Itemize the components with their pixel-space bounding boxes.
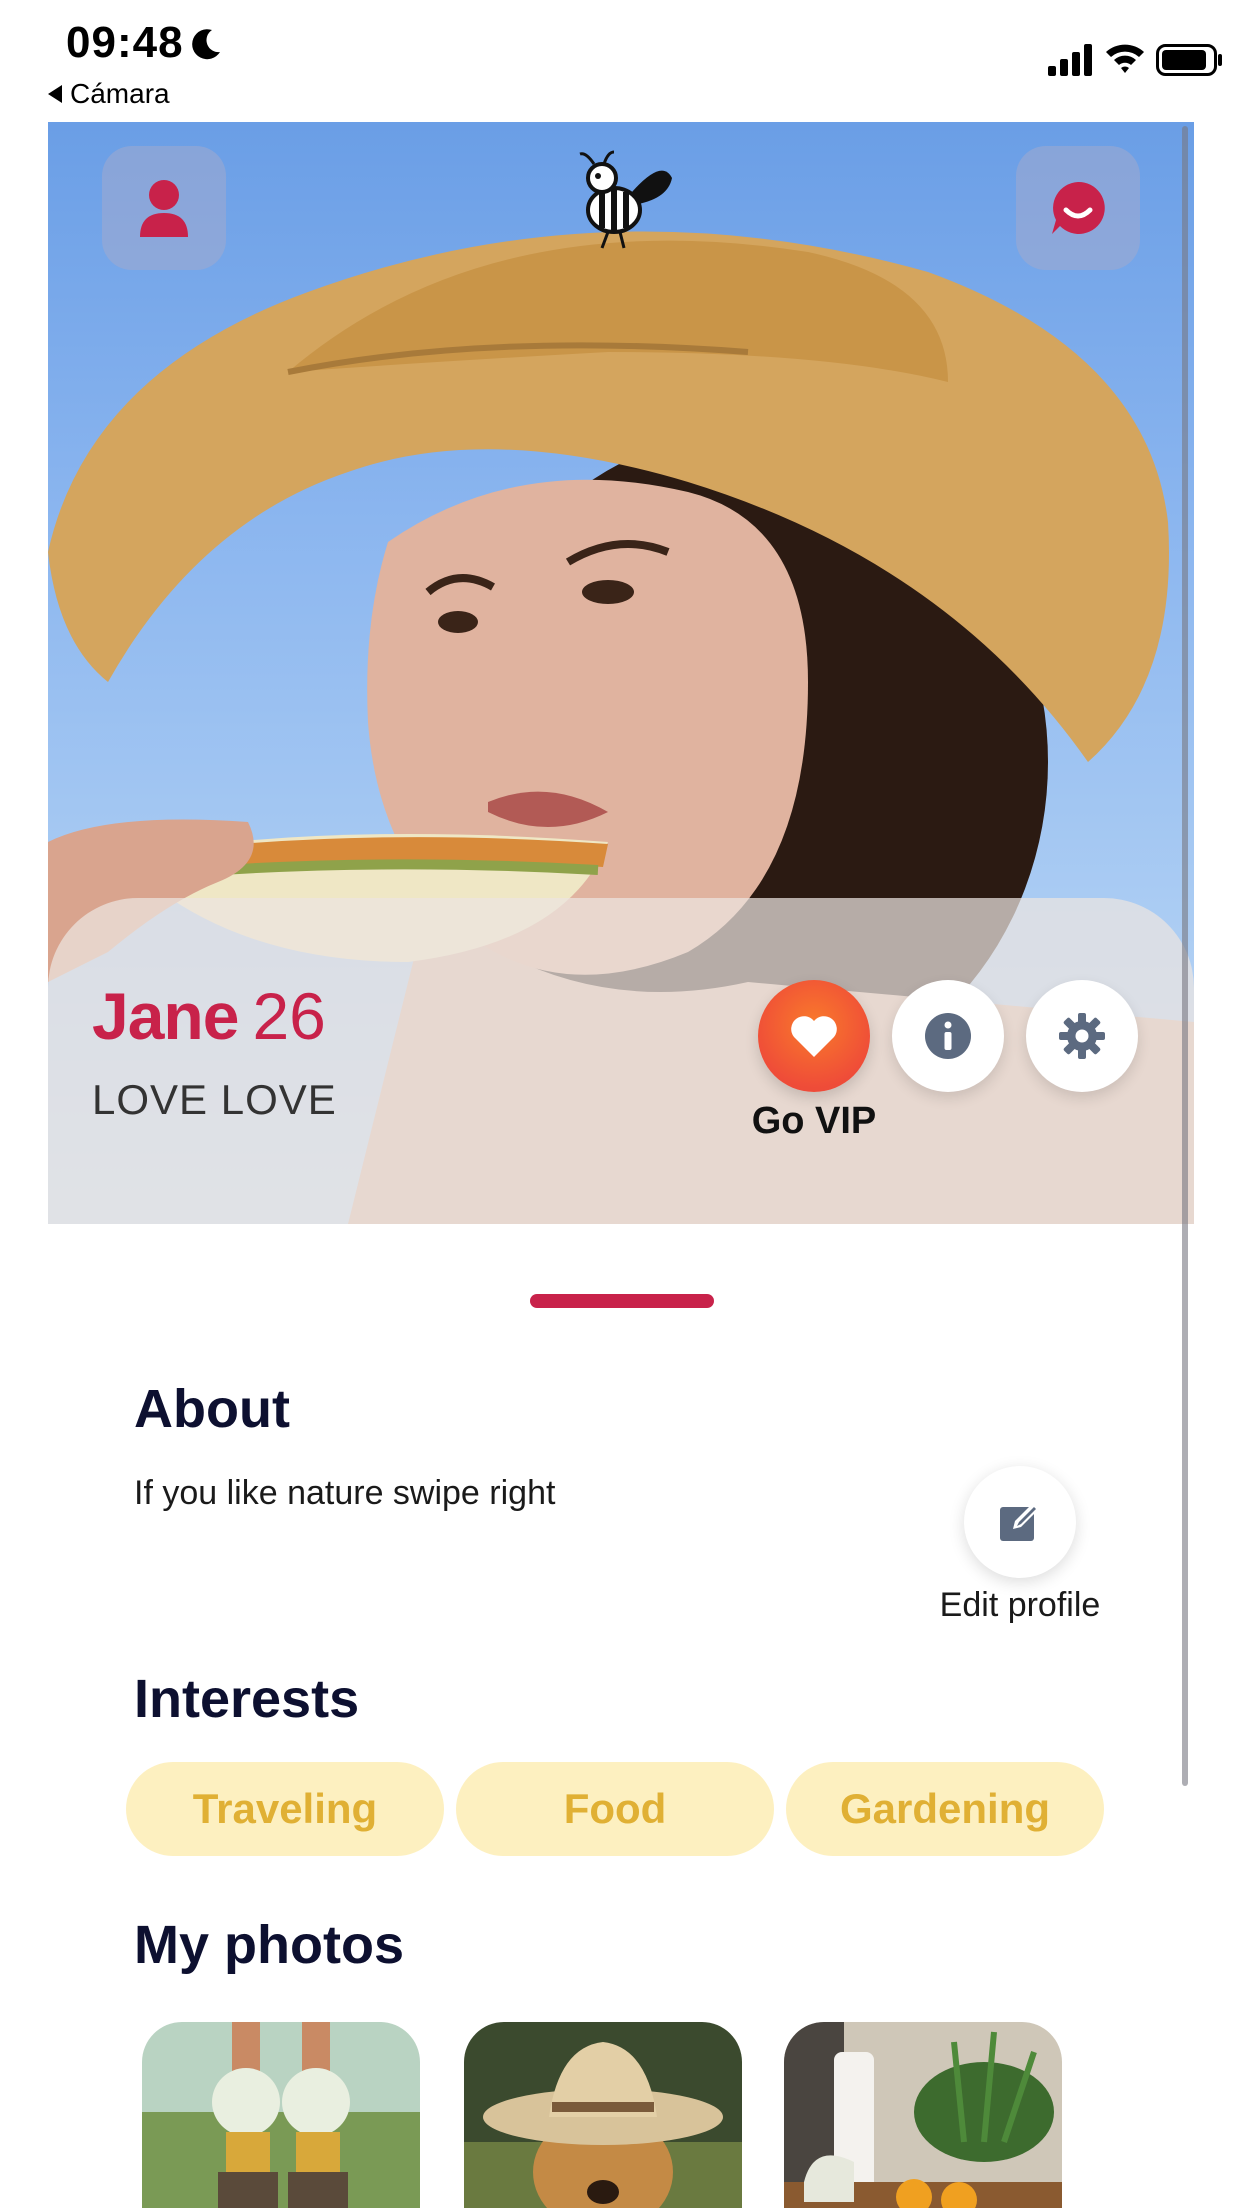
chat-button[interactable] [1016, 146, 1140, 270]
heart-icon [791, 1016, 837, 1057]
photo-thumbnail-2[interactable] [464, 2022, 742, 2208]
interest-chip-traveling[interactable]: Traveling [126, 1762, 444, 1856]
about-text: If you like nature swipe right [134, 1474, 556, 1512]
interests-title: Interests [134, 1669, 360, 1729]
user-tagline: LOVE LOVE [92, 1076, 337, 1123]
info-button[interactable] [892, 980, 1004, 1092]
photo-thumbnail-3[interactable] [784, 2022, 1062, 2208]
name-line: Jane 26 [92, 978, 326, 1054]
back-arrow-icon [48, 85, 62, 103]
gear-icon [1059, 1013, 1105, 1059]
edit-profile-button[interactable] [964, 1466, 1076, 1578]
photo-thumbnail-1[interactable] [142, 2022, 420, 2208]
user-age: 26 [252, 979, 326, 1053]
bee-logo [579, 150, 672, 249]
dog-in-hat-photo [464, 2022, 742, 2208]
interest-chip-gardening[interactable]: Gardening [786, 1762, 1104, 1856]
go-vip-label[interactable]: Go VIP [728, 1100, 900, 1143]
info-icon [925, 1013, 971, 1059]
my-photos-title: My photos [134, 1915, 404, 1975]
edit-icon [1000, 1503, 1039, 1541]
go-vip-button[interactable] [758, 980, 870, 1092]
back-label: Cámara [70, 78, 170, 109]
back-to-camera-link[interactable]: Cámara [48, 78, 170, 110]
moon-icon [192, 29, 220, 60]
sheet-drag-handle[interactable] [530, 1294, 714, 1308]
edit-profile-label[interactable]: Edit profile [920, 1586, 1120, 1625]
user-name: Jane [92, 979, 239, 1053]
wifi-icon [1106, 44, 1144, 73]
status-time: 09:48 [66, 18, 184, 67]
profile-photo[interactable]: Jane 26 LOVE LOVE Go VIP [48, 122, 1194, 1224]
about-title: About [134, 1379, 290, 1439]
signal-icon [1048, 44, 1092, 76]
profile-info-panel: Jane 26 LOVE LOVE Go VIP [48, 898, 1194, 1224]
user-icon [140, 180, 188, 237]
settings-button[interactable] [1026, 980, 1138, 1092]
status-bar: 09:48 Cámara [0, 0, 1242, 120]
interest-chip-food[interactable]: Food [456, 1762, 774, 1856]
user-profile-button[interactable] [102, 146, 226, 270]
kitchen-plants-photo [784, 2022, 1062, 2208]
scrollbar[interactable] [1182, 126, 1188, 1786]
battery-icon [1156, 44, 1222, 76]
flowers-in-boots-photo [142, 2022, 420, 2208]
chat-icon [1052, 181, 1105, 234]
